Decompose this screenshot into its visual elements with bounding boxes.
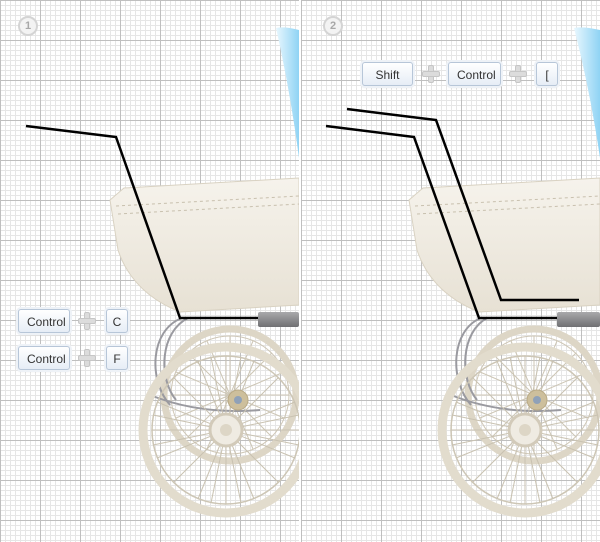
- shift-key: Shift: [362, 62, 413, 86]
- hub-cap: [227, 389, 249, 411]
- pram-illustration: [25, 27, 299, 518]
- plus-icon: [78, 349, 96, 367]
- left-bracket-key: [: [536, 62, 558, 86]
- plus-icon: [78, 312, 96, 330]
- pram-body: [408, 177, 600, 313]
- control-key: Control: [448, 62, 501, 86]
- control-key: Control: [18, 346, 70, 370]
- control-key: Control: [18, 309, 70, 333]
- step-panel-1: 1 Control C Control F: [0, 0, 299, 542]
- plus-icon: [509, 65, 527, 83]
- sky-shape: [574, 27, 600, 159]
- f-key: F: [106, 346, 128, 370]
- front-wheel: [437, 342, 600, 518]
- c-key: C: [106, 309, 128, 333]
- tutorial-figure: 1 Control C Control F 2 Shift Control [: [0, 0, 600, 542]
- hub-cap: [526, 389, 548, 411]
- chassis-bar: [557, 312, 600, 327]
- plus-icon: [422, 65, 440, 83]
- chassis-bar: [258, 312, 299, 327]
- sky-shape: [276, 27, 299, 159]
- step-panel-2: 2 Shift Control [: [301, 0, 600, 542]
- front-wheel: [138, 342, 299, 518]
